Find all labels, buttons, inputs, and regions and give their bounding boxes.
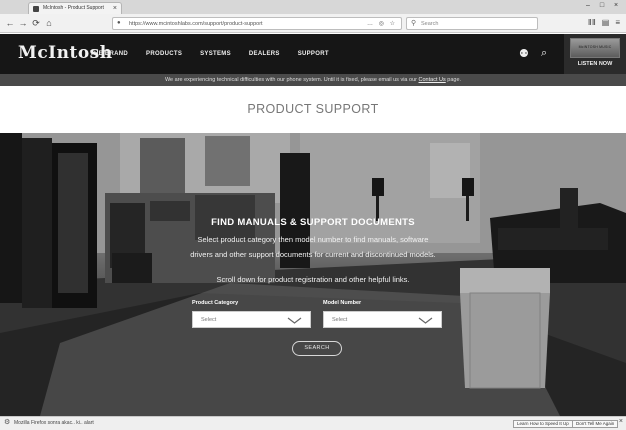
site-header: McIntosh THE BRAND PRODUCTS SYSTEMS DEAL… <box>0 34 626 74</box>
browser-search-placeholder: Search <box>421 21 439 27</box>
music-badge-image: McINTOSH MUSIC <box>570 38 620 58</box>
hero-description-line-2: drivers and other support documents for … <box>190 250 436 259</box>
model-number-value: Select <box>332 317 348 323</box>
product-category-select[interactable]: Select <box>192 311 311 328</box>
menu-icon[interactable]: ≡ <box>615 17 620 29</box>
lock-icon: ● <box>117 20 121 26</box>
user-icon[interactable]: ⚉ <box>519 47 529 60</box>
model-number-select[interactable]: Select <box>323 311 442 328</box>
status-text: Mozilla Firefox sonra akac.. ki.. alart <box>14 420 94 426</box>
library-icon[interactable]: ⅡⅡ <box>588 17 596 29</box>
model-number-label: Model Number <box>323 300 362 306</box>
search-button[interactable]: SEARCH <box>292 341 342 356</box>
minimize-icon[interactable]: – <box>582 1 594 11</box>
address-bar[interactable]: ● https://www.mcintoshlabs.com/support/p… <box>112 17 402 30</box>
nav-the-brand[interactable]: THE BRAND <box>90 51 128 57</box>
hero-content: FIND MANUALS & SUPPORT DOCUMENTS Select … <box>0 133 626 416</box>
settings-icon: ⚙ <box>4 419 11 426</box>
url-text[interactable]: https://www.mcintoshlabs.com/support/pro… <box>129 18 263 30</box>
notice-banner: We are experiencing technical difficulti… <box>0 74 626 86</box>
browser-titlebar: McIntosh - Product Support × – □ × <box>0 0 626 14</box>
reload-icon[interactable]: ⟳ <box>30 17 42 29</box>
speed-it-up-button[interactable]: Learn How to Speed It Up <box>513 420 573 428</box>
hero-heading: FIND MANUALS & SUPPORT DOCUMENTS <box>211 217 415 228</box>
search-icon[interactable]: ⌕ <box>541 47 547 60</box>
page-title: PRODUCT SUPPORT <box>247 102 379 116</box>
hero-description-line-1: Select product category then model numbe… <box>197 235 429 244</box>
chevron-down-icon <box>287 317 302 324</box>
favicon-icon <box>33 6 39 12</box>
browser-search-bar[interactable]: ⚲ Search <box>406 17 538 30</box>
notice-text: We are experiencing technical difficulti… <box>164 77 417 83</box>
hero-section: FIND MANUALS & SUPPORT DOCUMENTS Select … <box>0 133 626 416</box>
nav-dealers[interactable]: DEALERS <box>249 51 280 57</box>
contact-us-link[interactable]: Contact Us <box>419 77 446 83</box>
dont-tell-me-again-button[interactable]: Don't Tell Me Again <box>572 420 619 428</box>
music-badge-image-text: McINTOSH MUSIC <box>578 45 612 49</box>
product-category-value: Select <box>201 317 217 323</box>
browser-statusbar: ⚙ Mozilla Firefox sonra akac.. ki.. alar… <box>0 416 626 430</box>
product-category-label: Product Category <box>192 300 239 306</box>
browser-tab[interactable]: McIntosh - Product Support × <box>28 2 122 14</box>
tab-title: McIntosh - Product Support <box>43 5 104 11</box>
maximize-icon[interactable]: □ <box>596 1 608 11</box>
page-actions-icons[interactable]: … ◎ ☆ <box>367 18 397 30</box>
statusbar-close-icon[interactable]: × <box>619 418 623 425</box>
nav-products[interactable]: PRODUCTS <box>146 51 182 57</box>
chevron-down-icon <box>418 317 433 324</box>
window-controls: – □ × <box>582 1 622 11</box>
home-icon[interactable]: ⌂ <box>43 17 55 29</box>
notice-suffix: page. <box>447 77 462 83</box>
window-close-icon[interactable]: × <box>610 1 622 11</box>
mcintosh-music-badge[interactable]: McINTOSH MUSIC LISTEN NOW <box>564 34 626 74</box>
nav-support[interactable]: SUPPORT <box>298 51 329 57</box>
nav-systems[interactable]: SYSTEMS <box>200 51 231 57</box>
hero-description-line-3: Scroll down for product registration and… <box>216 275 410 284</box>
browser-search-icon: ⚲ <box>411 20 417 27</box>
back-icon[interactable]: ← <box>4 17 16 29</box>
browser-navbar: ← → ⟳ ⌂ ● https://www.mcintoshlabs.com/s… <box>0 14 626 33</box>
page-title-band: PRODUCT SUPPORT <box>0 86 626 133</box>
main-nav: THE BRAND PRODUCTS SYSTEMS DEALERS SUPPO… <box>90 34 329 74</box>
browser-toolbar: ⅡⅡ ▤ ≡ <box>588 17 620 29</box>
listen-now-link[interactable]: LISTEN NOW <box>564 61 626 67</box>
tab-close-icon[interactable]: × <box>113 3 117 14</box>
sidebar-icon[interactable]: ▤ <box>602 17 610 29</box>
forward-icon[interactable]: → <box>17 17 29 29</box>
